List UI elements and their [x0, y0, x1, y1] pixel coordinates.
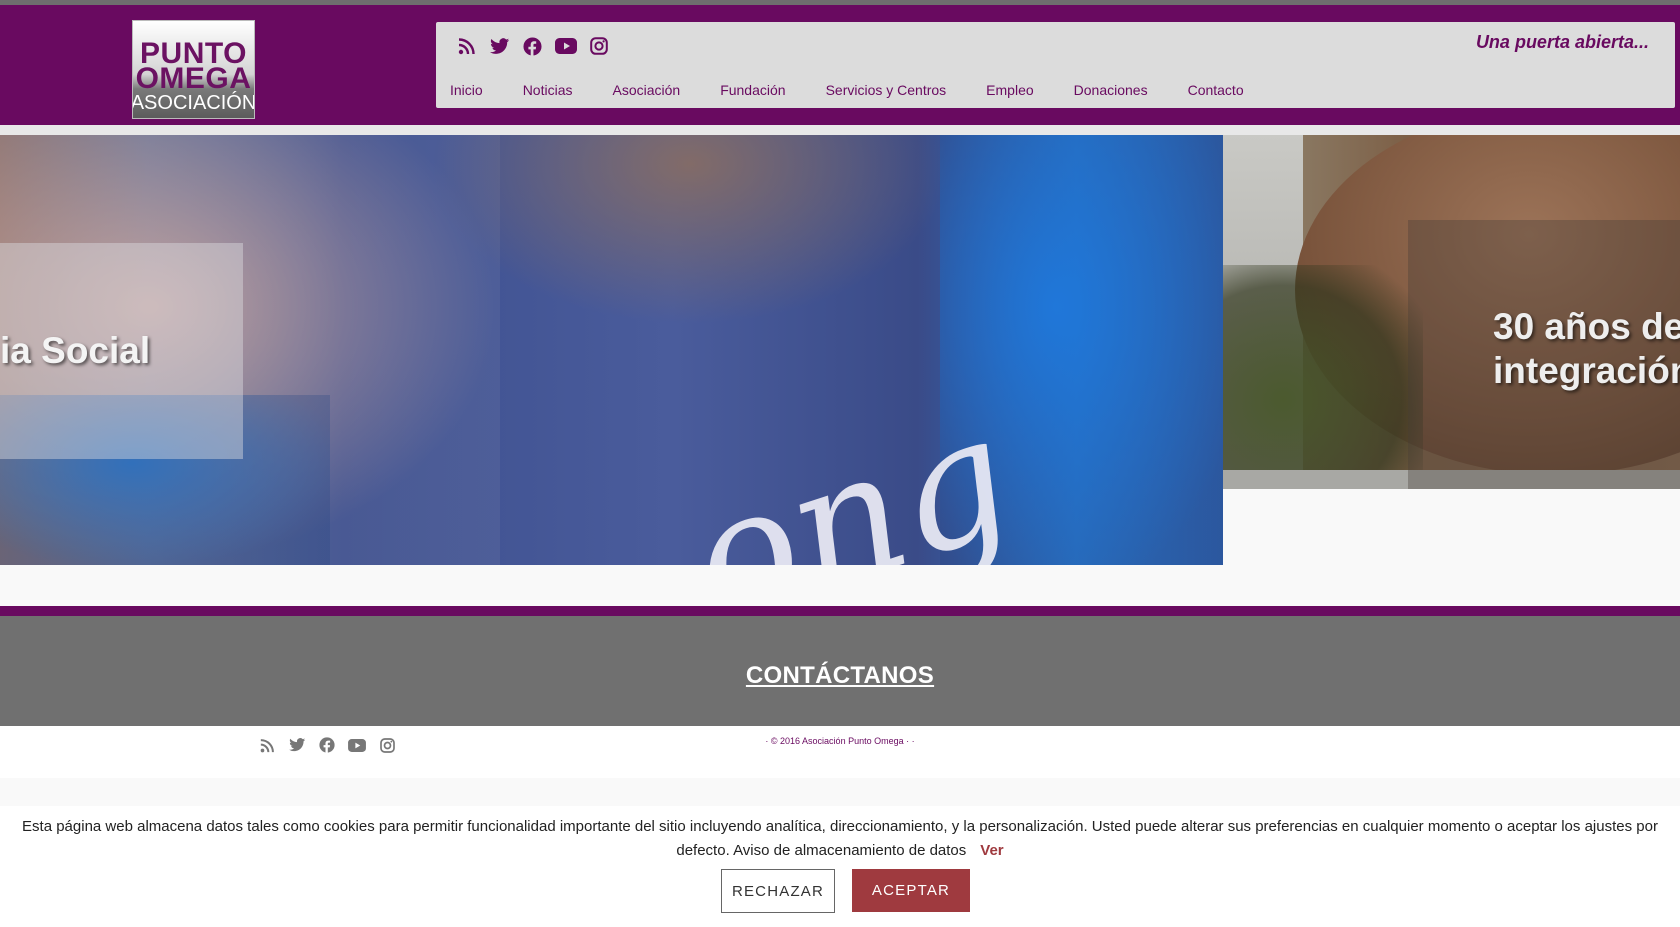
menu-item-fundacion[interactable]: Fundación [720, 82, 785, 98]
accept-cookies-button[interactable]: ACEPTAR [852, 869, 970, 912]
slide-caption-line2: integración [1493, 350, 1680, 391]
slider-slide-2[interactable]: 30 años de integración [1223, 135, 1680, 489]
rss-icon[interactable] [450, 35, 483, 57]
menu-item-inicio[interactable]: Inicio [450, 82, 483, 98]
slide-caption-line1: 30 años de [1493, 306, 1680, 347]
logo-text-line2: OMEGA [135, 62, 252, 95]
copyright-text: · © 2016 Asociación Punto Omega · · [765, 736, 915, 746]
slide-photo-hair [430, 135, 950, 325]
twitter-icon[interactable] [483, 35, 516, 57]
navigation-box: Una puerta abierta... Inicio Noticias As… [436, 22, 1675, 108]
logo-text-line3: ASOCIACIÓN [132, 92, 255, 114]
instagram-icon[interactable] [582, 35, 615, 57]
reject-cookies-button[interactable]: RECHAZAR [721, 869, 835, 913]
contact-link[interactable]: CONTÁCTANOS [0, 662, 1680, 690]
footer-top-bar [0, 606, 1680, 616]
cookie-view-link[interactable]: Ver [980, 842, 1003, 859]
site-header: PUNTO OMEGA ASOCIACIÓN Una puerta abiert… [0, 5, 1680, 125]
menu-item-asociacion[interactable]: Asociación [612, 82, 680, 98]
menu-item-servicios[interactable]: Servicios y Centros [826, 82, 947, 98]
menu-item-donaciones[interactable]: Donaciones [1074, 82, 1148, 98]
slide-caption-text: ia Social [0, 330, 151, 371]
site-footer: · © 2016 Asociación Punto Omega · · [0, 726, 1680, 778]
menu-item-empleo[interactable]: Empleo [986, 82, 1033, 98]
cookie-message: Esta página web almacena datos tales com… [20, 815, 1660, 863]
cookie-message-text: Esta página web almacena datos tales com… [22, 818, 1658, 859]
main-menu: Inicio Noticias Asociación Fundación Ser… [450, 82, 1284, 98]
youtube-icon[interactable] [549, 35, 582, 57]
shirt-print-text: ong [667, 376, 1034, 565]
facebook-icon[interactable] [516, 35, 549, 57]
menu-item-contacto[interactable]: Contacto [1188, 82, 1244, 98]
menu-item-noticias[interactable]: Noticias [523, 82, 573, 98]
slide-photo-leaves [1223, 265, 1423, 489]
site-logo[interactable]: PUNTO OMEGA ASOCIACIÓN [132, 20, 255, 119]
site-tagline: Una puerta abierta... [1475, 32, 1649, 52]
cookie-banner: Esta página web almacena datos tales com… [0, 806, 1680, 927]
header-divider [0, 125, 1680, 135]
header-social-links [450, 35, 615, 57]
slider-slide-1[interactable]: ong ia Social [0, 135, 1223, 565]
slide-caption-text: 30 años de integración [1493, 305, 1680, 393]
